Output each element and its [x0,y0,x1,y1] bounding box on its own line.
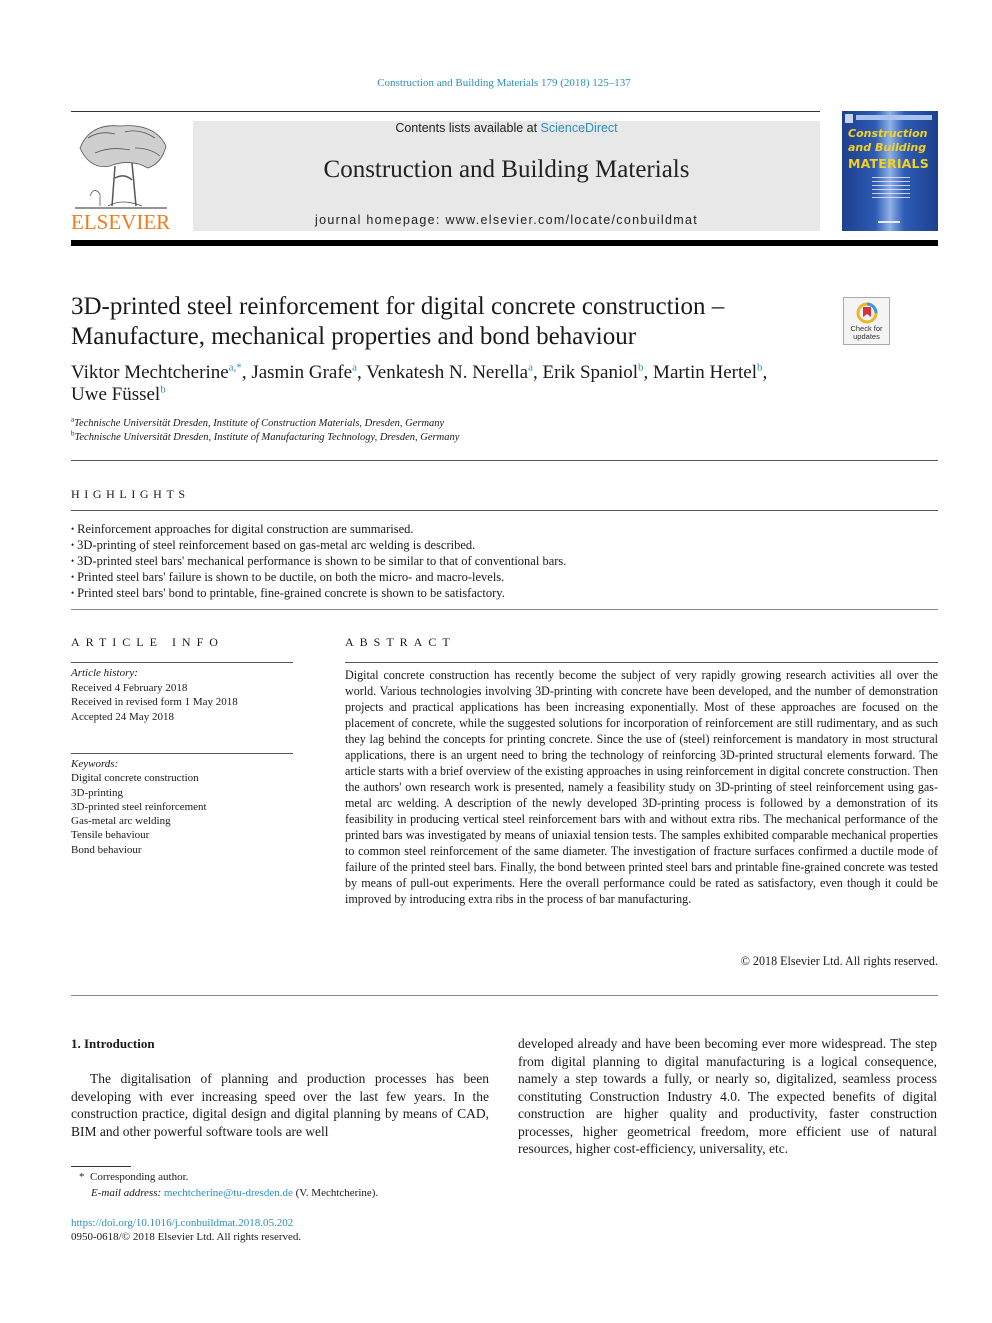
intro-paragraph-col1: The digitalisation of planning and produ… [71,1071,489,1139]
journal-title: Construction and Building Materials [323,156,690,183]
keyword: Gas-metal arc welding [71,815,171,828]
author[interactable]: Jasmin Grafea [251,362,357,383]
divider [345,662,938,663]
author[interactable]: Venkatesh N. Nerellaa [366,362,533,383]
homepage-prefix: journal homepage: [315,213,446,227]
check-for-updates-button[interactable]: Check for updates [843,297,890,345]
footnote-email: E-mail address: mechtcherine@tu-dresden.… [91,1187,379,1199]
author[interactable]: Erik Spaniolb [543,362,644,383]
cover-title-line2: and Building [848,141,927,154]
highlights-heading: HIGHLIGHTS [71,487,190,501]
footnote-corresponding: * Corresponding author. [79,1171,189,1183]
highlight-item: Reinforcement approaches for digital con… [71,521,931,537]
abstract-heading: ABSTRACT [345,635,456,649]
author-affiliation-mark[interactable]: a [528,362,533,374]
header-thick-rule [71,240,938,246]
author-affiliation-mark[interactable]: b [638,362,644,374]
cover-top-bar [856,115,932,120]
doi-link[interactable]: https://doi.org/10.1016/j.conbuildmat.20… [71,1216,293,1231]
homepage-url[interactable]: www.elsevier.com/locate/conbuildmat [445,213,698,227]
header-top-rule [71,111,820,112]
history-item: Accepted 24 May 2018 [71,710,174,723]
affiliations: aTechnische Universität Dresden, Institu… [71,415,671,445]
contents-prefix: Contents lists available at [395,121,541,135]
highlight-item: 3D-printing of steel reinforcement based… [71,537,931,553]
keyword: 3D-printed steel reinforcement [71,800,207,813]
divider [71,995,938,996]
abstract-text: Digital concrete construction has recent… [345,668,938,906]
keyword: 3D-printing [71,786,123,799]
check-updates-icon [856,302,878,324]
cover-subtitle-text [872,177,910,199]
author-affiliation-mark[interactable]: a [352,362,357,374]
section-heading-introduction: 1. Introduction [71,1036,155,1051]
footnote-marker: * [79,1171,85,1183]
sciencedirect-link[interactable]: ScienceDirect [541,121,618,135]
keyword: Tensile behaviour [71,829,150,842]
highlight-item: 3D-printed steel bars' mechanical perfor… [71,553,931,569]
history-label: Article history: [71,667,138,679]
cover-title-line1: Construction [848,127,928,140]
article-info-heading: ARTICLE INFO [71,635,224,649]
divider [71,609,938,610]
cover-title-line3: MATERIALS [848,156,929,171]
abstract-copyright: © 2018 Elsevier Ltd. All rights reserved… [740,954,938,968]
divider [71,460,938,461]
article-title: 3D-printed steel reinforcement for digit… [71,293,725,350]
footnote-rule [71,1166,131,1167]
contents-line: Contents lists available at ScienceDirec… [193,121,820,135]
author-affiliation-mark[interactable]: b [757,362,763,374]
cover-elsevier-mark [845,114,853,123]
keywords: Keywords: Digital concrete construction … [71,757,293,857]
journal-homepage: journal homepage: www.elsevier.com/locat… [193,213,820,227]
history-item: Received 4 February 2018 [71,681,188,694]
check-updates-label: Check for updates [850,324,883,341]
journal-cover-image[interactable]: Construction and Building MATERIALS [842,111,938,231]
elsevier-wordmark: ELSEVIER [71,210,171,234]
author[interactable]: Viktor Mechtcherinea,* [71,362,242,383]
affiliation-b: bTechnische Universität Dresden, Institu… [71,429,460,443]
email-label: E-mail address: [91,1187,164,1199]
keywords-label: Keywords: [71,758,119,770]
divider [71,510,938,511]
author[interactable]: Martin Hertelb [653,362,762,383]
history-item: Received in revised form 1 May 2018 [71,696,238,708]
author[interactable]: Uwe Füsselb [71,384,166,405]
divider [71,753,293,754]
intro-paragraph-col2: developed already and have been becoming… [518,1036,937,1156]
highlight-item: Printed steel bars' failure is shown to … [71,569,931,585]
email-link[interactable]: mechtcherine@tu-dresden.de [164,1187,293,1199]
keyword: Digital concrete construction [71,772,199,785]
divider [71,662,293,663]
author-affiliation-mark[interactable]: b [160,384,166,396]
author-affiliation-mark[interactable]: a,* [229,362,242,374]
cover-footer [878,221,900,223]
journal-citation-link[interactable]: Construction and Building Materials 179 … [0,77,992,89]
issn-copyright: 0950-0618/© 2018 Elsevier Ltd. All right… [71,1231,302,1243]
highlights-list: Reinforcement approaches for digital con… [71,521,931,601]
article-history: Article history: Received 4 February 201… [71,666,293,724]
author-list: Viktor Mechtcherinea,*, Jasmin Grafea, V… [71,361,768,405]
highlight-item: Printed steel bars' bond to printable, f… [71,585,931,601]
keyword: Bond behaviour [71,843,142,856]
affiliation-a: aTechnische Universität Dresden, Institu… [71,415,445,429]
